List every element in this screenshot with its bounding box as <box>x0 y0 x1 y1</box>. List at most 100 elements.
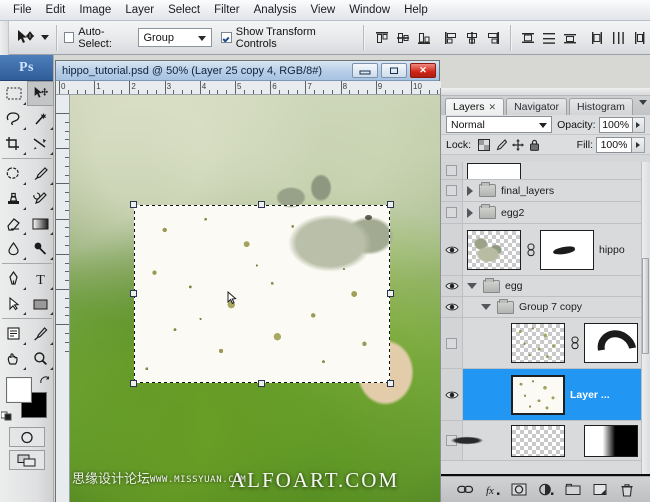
eyedropper-tool-icon[interactable] <box>27 321 54 346</box>
transform-handle-top-center[interactable] <box>258 201 265 208</box>
horizontal-ruler[interactable]: 012345678910 <box>56 81 441 95</box>
align-left-edges-icon[interactable] <box>441 28 460 48</box>
free-transform-selection[interactable] <box>134 205 390 383</box>
scrollbar-thumb[interactable] <box>642 258 649 354</box>
canvas-area[interactable]: 思缘设计论坛 WWW.MISSYUAN.COM ALFOART.COM <box>70 95 441 502</box>
notes-tool-icon[interactable] <box>0 321 27 346</box>
new-layer-button[interactable] <box>591 481 609 499</box>
close-icon[interactable]: ✕ <box>410 63 436 78</box>
layer-thumbnail[interactable] <box>511 323 565 363</box>
layer-list-scrollbar[interactable] <box>641 162 650 476</box>
quick-mask-mode-icon[interactable] <box>9 427 45 447</box>
blend-mode-select[interactable]: Normal <box>446 116 552 133</box>
layer-list[interactable]: final_layers egg2 <box>441 162 650 476</box>
table-row[interactable]: hippo <box>441 224 650 276</box>
distribute-vertical-centers-icon[interactable] <box>540 28 559 48</box>
fill-input[interactable]: 100% <box>596 137 632 153</box>
layer-visibility-toggle[interactable] <box>441 224 463 275</box>
align-vertical-centers-icon[interactable] <box>393 28 412 48</box>
transform-handle-top-left[interactable] <box>130 201 137 208</box>
minimize-icon[interactable] <box>352 63 378 78</box>
default-colors-icon[interactable] <box>1 410 12 421</box>
delete-layer-button[interactable] <box>618 481 636 499</box>
table-row[interactable]: final_layers <box>441 180 650 202</box>
mask-link-icon[interactable] <box>526 242 535 258</box>
distribute-left-edges-icon[interactable] <box>588 28 607 48</box>
panel-drag-bar[interactable] <box>441 88 650 96</box>
lasso-tool-icon[interactable] <box>0 106 27 131</box>
menu-item-image[interactable]: Image <box>72 2 118 19</box>
crop-tool-icon[interactable] <box>0 131 27 156</box>
table-row[interactable] <box>441 318 650 369</box>
menu-item-view[interactable]: View <box>303 2 342 19</box>
mask-link-icon[interactable] <box>570 433 579 449</box>
lock-all-icon[interactable] <box>527 137 542 152</box>
options-bar-grip[interactable] <box>0 21 9 55</box>
close-icon[interactable]: ✕ <box>489 102 497 113</box>
layer-visibility-toggle[interactable] <box>441 318 463 368</box>
move-tool-icon[interactable] <box>13 26 37 50</box>
type-tool-icon[interactable]: T <box>27 266 54 291</box>
tab-histogram[interactable]: Histogram <box>569 98 633 115</box>
history-brush-tool-icon[interactable] <box>27 186 54 211</box>
transform-handle-bottom-left[interactable] <box>130 380 137 387</box>
layer-thumbnail[interactable] <box>467 163 521 179</box>
layer-body[interactable]: egg2 <box>463 206 650 219</box>
path-selection-tool-icon[interactable] <box>0 291 27 316</box>
table-row[interactable] <box>441 421 650 461</box>
move-tool-icon[interactable] <box>27 81 54 106</box>
eraser-tool-icon[interactable] <box>0 211 27 236</box>
layer-visibility-toggle[interactable] <box>441 162 463 179</box>
mask-link-icon[interactable] <box>570 335 579 351</box>
vertical-ruler[interactable] <box>56 95 70 502</box>
layer-body[interactable]: Layer ... <box>463 375 650 415</box>
healing-brush-tool-icon[interactable] <box>0 161 27 186</box>
layer-visibility-toggle[interactable] <box>441 202 463 223</box>
menu-item-analysis[interactable]: Analysis <box>247 2 304 19</box>
distribute-right-edges-icon[interactable] <box>630 28 649 48</box>
chevron-down-icon[interactable] <box>467 283 477 289</box>
menu-item-select[interactable]: Select <box>161 2 207 19</box>
auto-select-checkbox[interactable] <box>64 32 74 43</box>
clone-stamp-tool-icon[interactable] <box>0 186 27 211</box>
align-top-edges-icon[interactable] <box>372 28 391 48</box>
dodge-tool-icon[interactable] <box>27 236 54 261</box>
layer-body[interactable] <box>463 425 650 457</box>
chevron-right-icon[interactable] <box>467 208 473 218</box>
transform-handle-top-right[interactable] <box>387 201 394 208</box>
layer-body[interactable]: egg <box>463 280 650 293</box>
menu-item-window[interactable]: Window <box>342 2 397 19</box>
layer-visibility-toggle[interactable] <box>441 369 463 420</box>
menu-item-file[interactable]: File <box>6 2 39 19</box>
layer-body[interactable] <box>463 323 650 363</box>
chevron-down-icon[interactable] <box>481 304 491 310</box>
tool-preset-chevron-down-icon[interactable] <box>41 35 49 40</box>
chevron-right-icon[interactable] <box>467 186 473 196</box>
layer-visibility-toggle[interactable] <box>441 180 463 201</box>
foreground-color-swatch[interactable] <box>6 377 32 403</box>
table-row[interactable]: Layer ... <box>441 369 650 421</box>
opacity-input[interactable]: 100% <box>599 117 633 133</box>
magic-wand-tool-icon[interactable] <box>27 106 54 131</box>
table-row[interactable]: egg <box>441 276 650 297</box>
layer-thumbnail[interactable] <box>511 375 565 415</box>
rectangular-marquee-tool-icon[interactable] <box>0 81 27 106</box>
maximize-icon[interactable] <box>381 63 407 78</box>
opacity-slider-arrow-icon[interactable] <box>633 117 645 133</box>
add-layer-style-button[interactable]: fx <box>483 481 501 499</box>
transform-handle-bottom-right[interactable] <box>387 380 394 387</box>
tab-navigator[interactable]: Navigator <box>506 98 567 115</box>
document-title-bar[interactable]: hippo_tutorial.psd @ 50% (Layer 25 copy … <box>56 61 439 81</box>
reset-colors-icon[interactable] <box>40 375 51 386</box>
pen-tool-icon[interactable] <box>0 266 27 291</box>
layer-thumbnail[interactable] <box>511 425 565 457</box>
layer-body[interactable] <box>463 163 650 179</box>
layer-body[interactable]: Group 7 copy <box>463 301 650 314</box>
add-layer-mask-button[interactable] <box>510 481 528 499</box>
menu-item-help[interactable]: Help <box>397 2 435 19</box>
tab-layers[interactable]: Layers ✕ <box>445 98 504 115</box>
lock-transparent-pixels-icon[interactable] <box>476 137 491 152</box>
lock-image-pixels-icon[interactable] <box>493 137 508 152</box>
layer-visibility-toggle[interactable] <box>441 276 463 296</box>
layer-mask-thumbnail[interactable] <box>584 323 638 363</box>
